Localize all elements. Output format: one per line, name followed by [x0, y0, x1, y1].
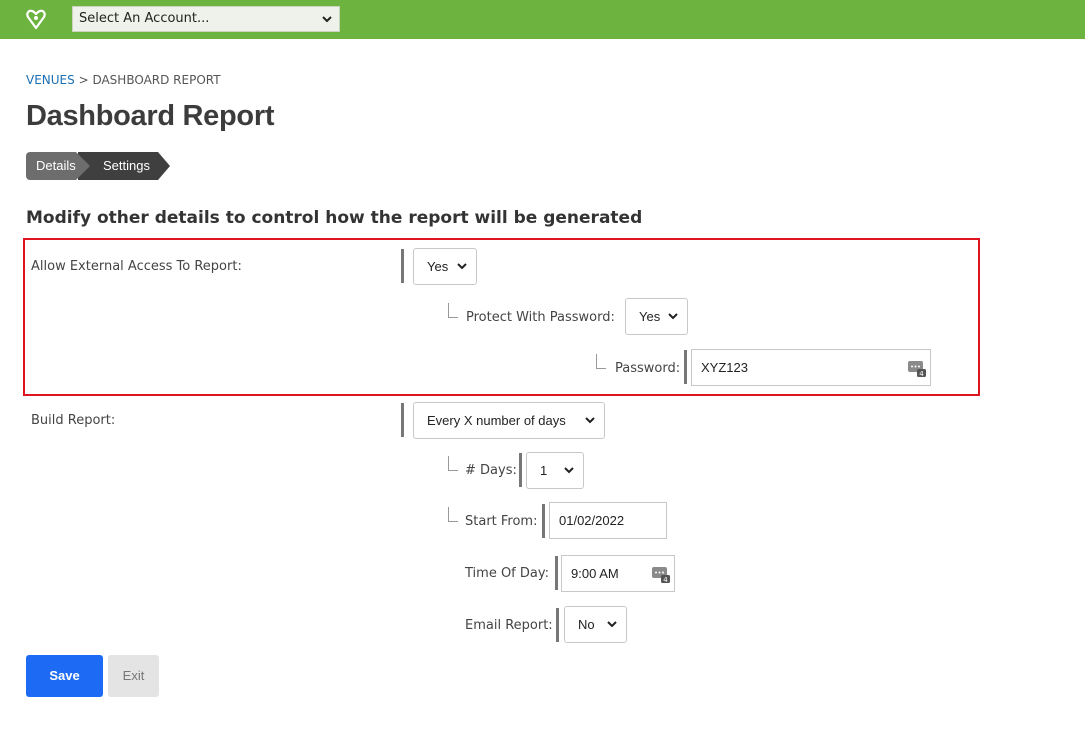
build-report-select[interactable]: Every X number of days [413, 402, 605, 439]
svg-text:4: 4 [919, 370, 924, 378]
password-value: XYZ123 [701, 360, 748, 375]
page-title: Dashboard Report [26, 100, 275, 132]
step-settings[interactable]: Settings [78, 152, 170, 180]
build-report-label: Build Report: [31, 413, 116, 428]
start-from-value: 01/02/2022 [559, 513, 625, 528]
chevron-down-icon [457, 263, 467, 270]
tree-connector [448, 456, 458, 471]
account-select[interactable]: Select An Account... [72, 6, 340, 32]
protect-password-value: Yes [639, 309, 661, 324]
save-button[interactable]: Save [26, 655, 103, 697]
field-divider [519, 453, 522, 487]
start-from-input[interactable]: 01/02/2022 [549, 502, 667, 539]
external-access-select[interactable]: Yes [413, 248, 477, 285]
password-input[interactable]: XYZ123 4 [691, 349, 931, 386]
svg-text:4: 4 [663, 576, 668, 584]
email-report-value: No [578, 617, 595, 632]
days-select[interactable]: 1 [526, 452, 584, 489]
account-select-value: Select An Account... [79, 11, 210, 26]
breadcrumb: VENUES > DASHBOARD REPORT [26, 73, 221, 87]
breadcrumb-link-venues[interactable]: VENUES [26, 73, 75, 87]
field-divider [542, 504, 545, 538]
days-value: 1 [540, 463, 548, 478]
external-access-value: Yes [427, 259, 449, 274]
breadcrumb-current: DASHBOARD REPORT [92, 73, 221, 87]
email-report-select[interactable]: No [564, 606, 627, 643]
chevron-down-icon [668, 313, 678, 320]
chevron-down-icon [607, 621, 617, 628]
time-of-day-label: Time Of Day: [465, 566, 549, 581]
external-access-label: Allow External Access To Report: [31, 259, 242, 274]
password-label: Password: [615, 361, 681, 376]
start-from-label: Start From: [465, 514, 538, 529]
field-divider [684, 350, 687, 384]
days-label: # Days: [465, 463, 517, 478]
top-bar: Select An Account... [0, 0, 1085, 39]
exit-button[interactable]: Exit [108, 655, 159, 697]
keyboard-icon[interactable]: 4 [651, 564, 671, 584]
email-report-label: Email Report: [465, 618, 553, 633]
brand-logo-icon[interactable] [25, 8, 47, 30]
time-of-day-value: 9:00 AM [571, 566, 619, 581]
tree-connector [448, 507, 458, 522]
tree-connector [596, 354, 606, 369]
chevron-down-icon [564, 467, 574, 474]
protect-password-select[interactable]: Yes [625, 298, 688, 335]
build-report-value: Every X number of days [427, 413, 566, 428]
section-heading: Modify other details to control how the … [26, 208, 643, 228]
field-divider [401, 249, 404, 283]
field-divider [401, 403, 404, 437]
chevron-down-icon [585, 417, 595, 424]
time-of-day-input[interactable]: 9:00 AM 4 [561, 555, 675, 592]
field-divider [555, 556, 558, 590]
protect-password-label: Protect With Password: [466, 310, 615, 325]
breadcrumb-separator: > [74, 73, 93, 87]
field-divider [556, 608, 559, 642]
keyboard-icon[interactable]: 4 [907, 358, 927, 378]
chevron-down-icon [322, 16, 332, 23]
tree-connector [448, 303, 458, 318]
